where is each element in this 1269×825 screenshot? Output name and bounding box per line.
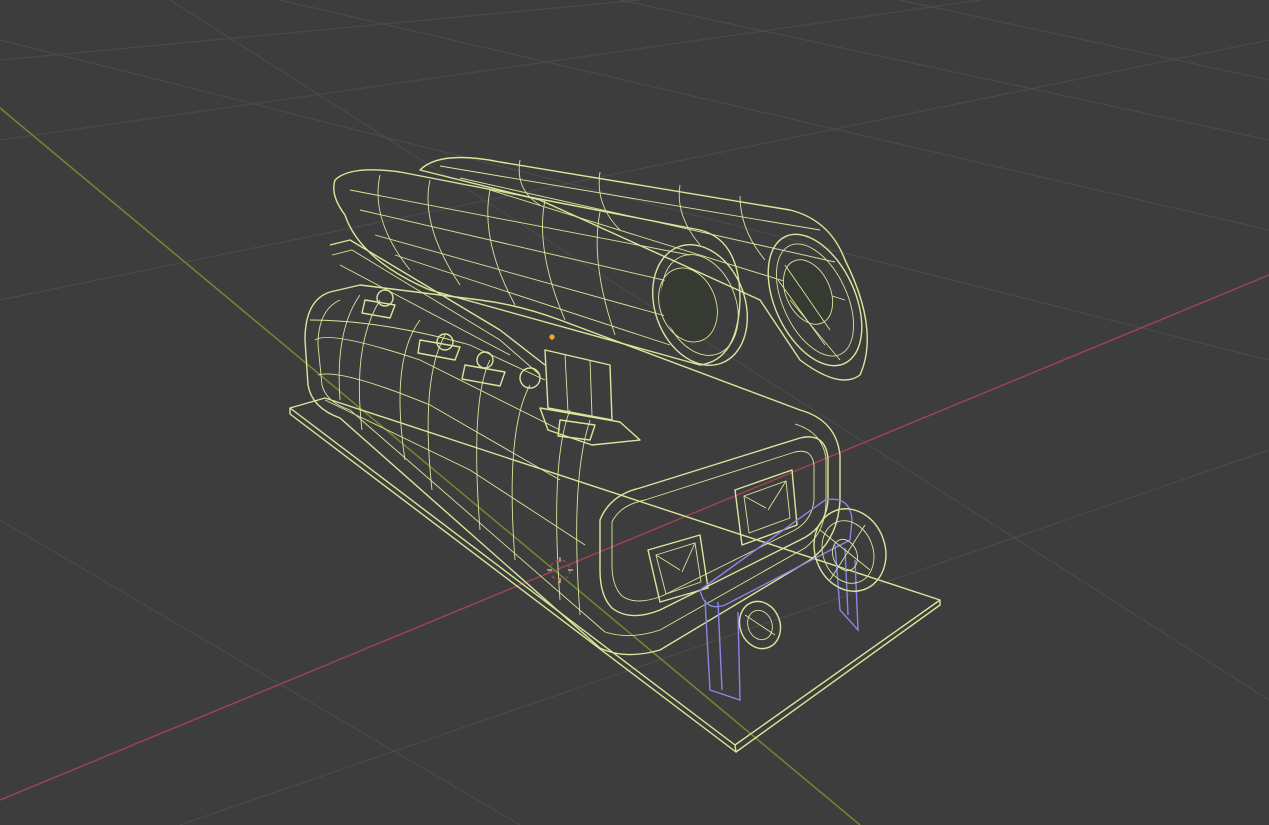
pulley-large[interactable] bbox=[803, 499, 898, 602]
front-inlet-left[interactable] bbox=[647, 534, 709, 603]
viewport-canvas[interactable] bbox=[0, 0, 1269, 825]
floor-grid bbox=[0, 0, 1269, 825]
pulley-small[interactable] bbox=[733, 596, 787, 655]
engine-model-wireframe[interactable] bbox=[289, 156, 941, 753]
upper-intake-assembly[interactable] bbox=[333, 156, 881, 381]
intake-pedestal[interactable] bbox=[539, 349, 641, 446]
lower-block[interactable] bbox=[304, 284, 841, 656]
3d-cursor-icon[interactable] bbox=[547, 557, 573, 583]
3d-viewport[interactable] bbox=[0, 0, 1269, 825]
x-axis-line bbox=[0, 274, 1269, 801]
object-origin-point bbox=[549, 334, 555, 340]
fuel-rail[interactable] bbox=[329, 239, 546, 389]
